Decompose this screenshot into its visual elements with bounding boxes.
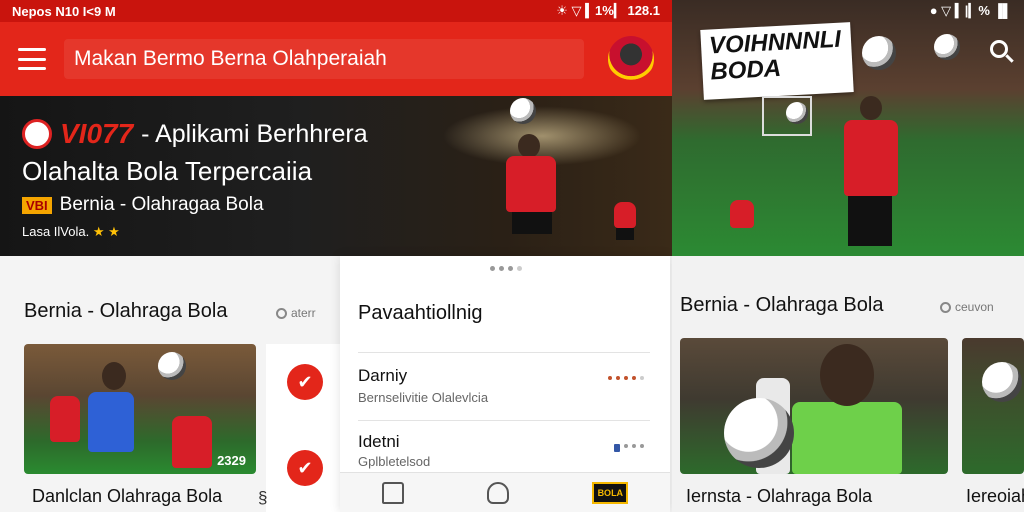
bottom-tab-bar: BOLA [340,472,670,512]
hero-subtitle: Bernia - Olahragaa Bola [59,194,264,215]
ball-icon [862,36,896,70]
panel-item-subtitle-2: Gplbletelsod [358,454,431,469]
search-icon [940,301,951,313]
panel-title: Pavaahtiollnig [358,302,483,324]
hero-brand: VI077 [60,118,134,149]
hero-tag: VBI [22,196,52,214]
section-search[interactable]: aterr [276,306,316,320]
side-caption: § [258,488,268,507]
hero-rating: Lasa IlVola. ★ ★ [22,224,120,240]
match-card-image-2[interactable] [962,338,1024,474]
search-icon [276,307,287,319]
hero-title-line2: Olahalta Bola Terpercaiia [22,156,313,186]
match-card-image[interactable] [680,338,948,474]
panel-item-subtitle: Bernselivitie Olalevlcia [358,390,489,405]
status-right: ● ▽ ▍|▎% ▐▌ [929,3,1012,18]
ball-icon-3 [786,102,808,124]
overlay-panel: Pavaahtiollnig Darniy Bernselivitie Olal… [340,256,670,512]
panel-item-title[interactable]: Darniy [358,366,407,386]
pager-dots [490,266,522,271]
ball-icon [724,398,794,468]
favorite-heart-icon-2[interactable]: ✔ [287,450,323,486]
hero-subtitle-row: VBI Bernia - Olahragaa Bola [22,194,264,216]
more-dots-icon[interactable] [608,376,644,380]
player-illustration [480,96,580,256]
hero-title-row: VI077 - Aplikami Berhhrera [22,118,368,150]
home-icon[interactable] [381,481,404,504]
panel-item-title-2[interactable]: Idetni [358,432,400,452]
status-bar: Nepos N10 I<9 M ☀ ▽ ▍1%▎ 128.1 [0,0,672,22]
status-left: Nepos N10 I<9 M [12,3,116,19]
search-hint-text: aterr [291,306,316,320]
club-badge-icon [22,119,52,149]
menu-icon[interactable] [18,48,46,70]
ball-icon [158,352,186,380]
status-right: ☀ ▽ ▍1%▎ 128.1 [556,3,660,18]
tab-logo[interactable]: BOLA [592,481,629,504]
search-hint-text: ceuvon [955,300,994,314]
right-hero-banner[interactable]: ● ▽ ▍|▎% ▐▌ VOIHNNNLI BODA [672,0,1024,256]
ball-icon [510,98,536,124]
card-score: 2329 [217,453,246,468]
app-title[interactable]: Makan Bermo Berna Olahperaiah [64,39,584,79]
player-illustration-bg [610,192,640,256]
player-illustration-bg [724,190,760,250]
card-caption[interactable]: Danlclan Olahraga Bola [32,486,222,507]
card-caption[interactable]: Iernsta - Olahraga Bola [686,486,872,507]
favorite-heart-icon[interactable]: ✔ [287,364,323,400]
match-card-image[interactable]: 2329 [24,344,256,474]
app-bar: Makan Bermo Berna Olahperaiah [0,22,672,96]
status-bar: ● ▽ ▍|▎% ▐▌ [672,0,1024,22]
section-title: Bernia - Olahraga Bola [24,300,228,322]
more-dots-icon-2[interactable] [614,444,644,452]
hero-title-line1: - Aplikami Berhhrera [141,119,368,148]
mascot-logo[interactable] [608,36,654,82]
card-caption-2[interactable]: Iereoiah [966,486,1024,507]
section-title: Bernia - Olahraga Bola [680,294,884,316]
rating-text: Lasa IlVola. [22,224,90,239]
search-icon[interactable] [990,40,1008,58]
stadium-banner: VOIHNNNLI BODA [700,22,854,100]
hero-banner[interactable]: VI077 - Aplikami Berhhrera Olahalta Bola… [0,96,672,256]
star-icon: ★ ★ [92,224,120,239]
profile-icon[interactable] [486,481,509,504]
player-illustration [832,80,912,256]
right-phone-screen: ● ▽ ▍|▎% ▐▌ VOIHNNNLI BODA Bernia - Olah… [672,0,1024,512]
section-search[interactable]: ceuvon [940,300,994,314]
ball-icon-2 [934,34,960,60]
